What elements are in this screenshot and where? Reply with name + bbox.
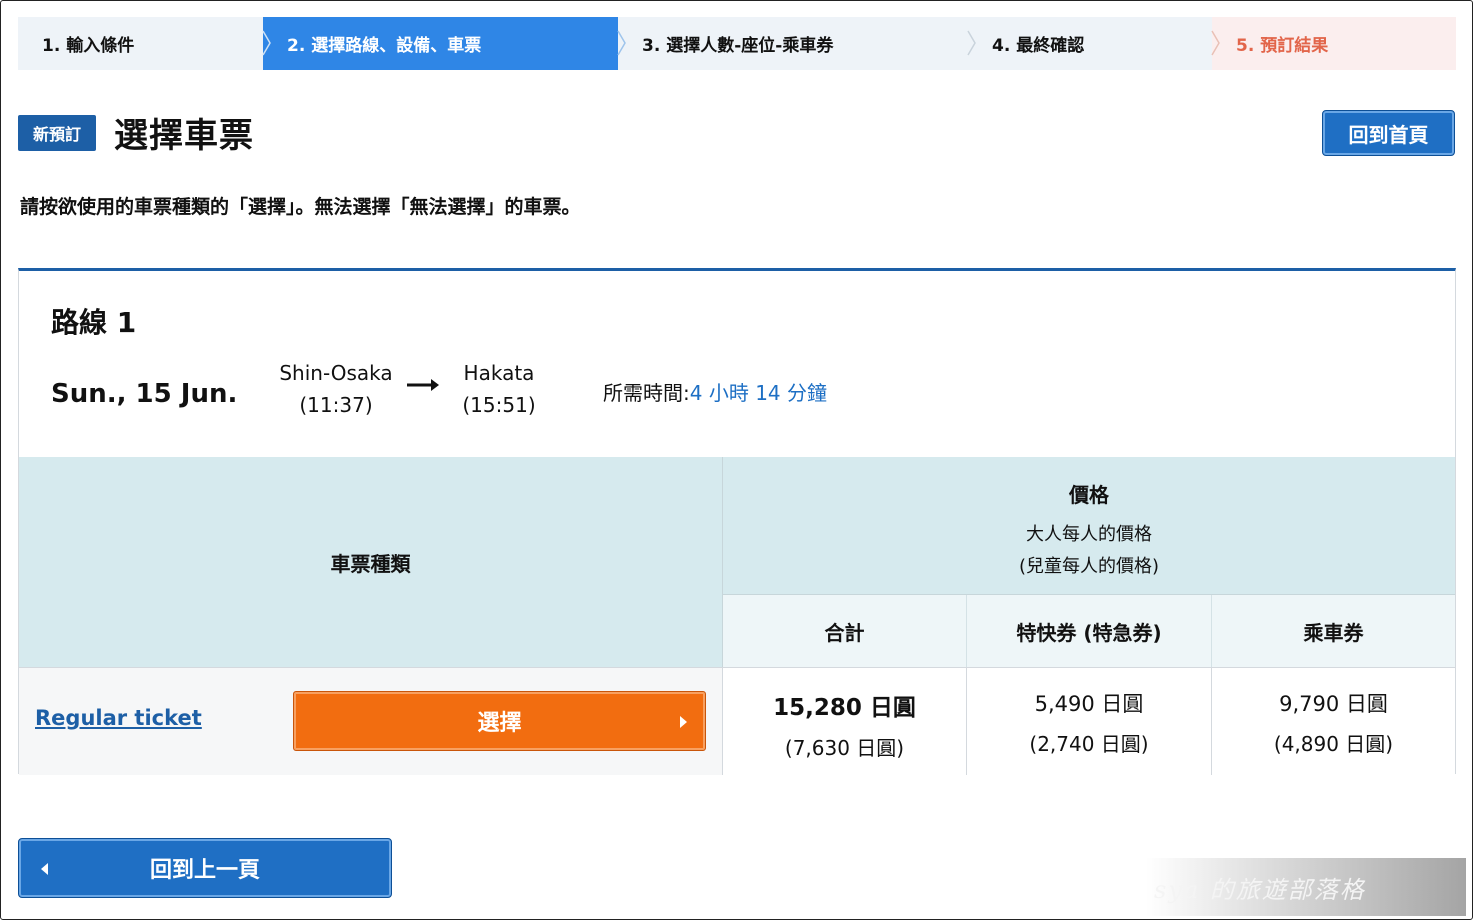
- back-button[interactable]: 回到上一頁: [18, 838, 392, 898]
- back-arrow-icon: [41, 863, 48, 875]
- fare-child-price: (4,890 日圓): [1273, 732, 1394, 756]
- express-child-price: (2,740 日圓): [1029, 732, 1149, 756]
- departure-station-name: Shin-Osaka: [279, 361, 393, 385]
- regular-ticket-link[interactable]: Regular ticket: [35, 706, 202, 730]
- step-chevron-icon: [1211, 30, 1220, 56]
- column-header-total: 合計: [723, 595, 967, 667]
- play-arrow-icon: [680, 716, 687, 728]
- column-header-fare: 乘車券: [1212, 595, 1455, 667]
- step-chevron-icon: [967, 30, 976, 56]
- right-arrow-icon: [407, 379, 439, 391]
- step-select-route-current: 2. 選擇路線、設備、車票: [262, 17, 618, 70]
- travel-date: Sun., 15 Jun.: [51, 379, 238, 409]
- price-header-title: 價格: [1069, 483, 1109, 507]
- step-chevron-icon: [617, 30, 626, 56]
- arrival-station: Hakata (15:51): [449, 357, 549, 421]
- new-booking-badge: 新預訂: [18, 115, 96, 151]
- travel-duration: 所需時間:4 小時 14 分鐘: [603, 377, 827, 406]
- express-price-cell: 5,490 日圓 (2,740 日圓): [967, 668, 1212, 775]
- fare-adult-price: 9,790 日圓: [1279, 692, 1388, 716]
- progress-stepper: 1. 輸入條件 2. 選擇路線、設備、車票 3. 選擇人數-座位-乘車券 4. …: [18, 17, 1456, 70]
- blog-watermark: sya 的旅遊部落格: [1146, 858, 1466, 916]
- column-header-express: 特快券 (特急券): [967, 595, 1212, 667]
- price-header-child-note: (兒童每人的價格): [1018, 556, 1160, 577]
- departure-station: Shin-Osaka (11:37): [269, 357, 403, 421]
- select-button-label: 選擇: [477, 711, 522, 736]
- select-ticket-button[interactable]: 選擇: [293, 691, 706, 751]
- total-child-price: (7,630 日圓): [784, 736, 905, 760]
- route-title: 路線 1: [51, 306, 137, 339]
- arrival-station-name: Hakata: [463, 361, 535, 385]
- step-input-conditions: 1. 輸入條件: [18, 17, 263, 70]
- route-card: 路線 1 Sun., 15 Jun. Shin-Osaka (11:37) Ha…: [18, 268, 1456, 775]
- duration-value: 4 小時 14 分鐘: [689, 381, 827, 405]
- step-booking-result: 5. 預訂結果: [1211, 17, 1456, 70]
- express-adult-price: 5,490 日圓: [1034, 692, 1144, 716]
- total-price-cell: 15,280 日圓 (7,630 日圓): [723, 668, 967, 775]
- step-chevron-icon: [262, 30, 271, 56]
- page-title: 選擇車票: [114, 116, 254, 156]
- fare-price-cell: 9,790 日圓 (4,890 日圓): [1212, 668, 1455, 775]
- step-select-seats: 3. 選擇人數-座位-乘車券: [617, 17, 968, 70]
- duration-label: 所需時間:: [603, 381, 690, 405]
- ticket-type-cell: Regular ticket 選擇: [19, 668, 723, 775]
- price-header-adult-note: 大人每人的價格: [1026, 524, 1152, 545]
- total-adult-price: 15,280 日圓: [773, 695, 916, 721]
- price-header: 價格 大人每人的價格 (兒童每人的價格): [723, 457, 1455, 595]
- home-button[interactable]: 回到首頁: [1322, 110, 1455, 156]
- ticket-type-header: 車票種類: [19, 457, 723, 667]
- departure-time: (11:37): [299, 393, 373, 417]
- back-button-label: 回到上一頁: [149, 858, 260, 883]
- arrival-time: (15:51): [462, 393, 536, 417]
- step-final-confirm: 4. 最終確認: [967, 17, 1212, 70]
- instruction-text: 請按欲使用的車票種類的「選擇」。無法選擇「無法選擇」的車票。: [20, 196, 581, 218]
- table-row: Regular ticket 選擇 15,280 日圓 (7,630 日圓) 5…: [19, 667, 1455, 775]
